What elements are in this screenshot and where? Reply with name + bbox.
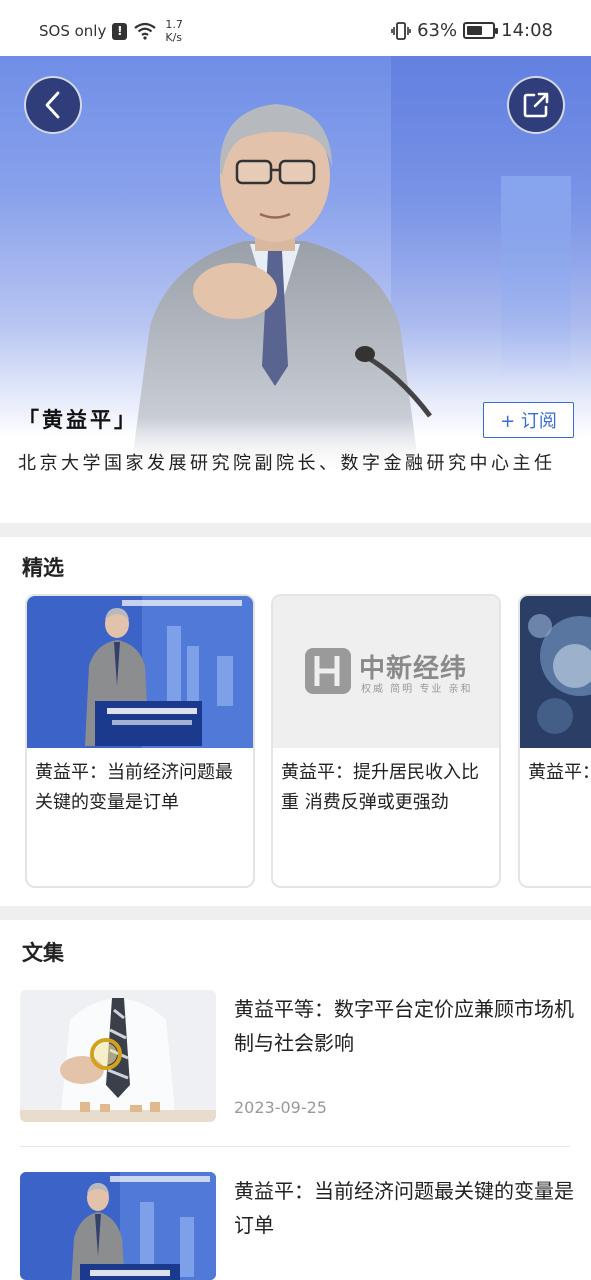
status-right: 63% 14:08	[391, 20, 553, 41]
section-divider	[0, 906, 591, 920]
battery-percent: 63%	[417, 20, 458, 41]
publisher-logo-slogan: 权威 简明 专业 亲和	[361, 684, 473, 695]
article-title: 黄益平：当前经济问题最关键的变量是订单	[234, 1179, 574, 1237]
clock: 14:08	[501, 20, 553, 41]
author-portrait	[130, 104, 432, 476]
net-speed-unit: K/s	[165, 31, 183, 44]
wifi-icon	[134, 22, 157, 40]
article-date: 2023-09-25	[234, 1098, 327, 1117]
featured-carousel[interactable]: 黄益平：当前经济问题最关键的变量是订单 中新经纬 权威 简明 专业 亲和 黄益平…	[0, 594, 591, 890]
status-bar: SOS only ! 1.7 K/s 63% 14:08	[0, 0, 591, 56]
vibrate-icon	[391, 21, 411, 40]
author-hero: 「黄益平」 + 订阅 北京大学国家发展研究院副院长、数字金融研究中心主任	[0, 56, 591, 523]
share-button[interactable]	[507, 76, 565, 134]
author-description: 北京大学国家发展研究院副院长、数字金融研究中心主任	[18, 453, 556, 474]
signal-alert-icon: !	[112, 22, 128, 40]
featured-card[interactable]: 中新经纬 权威 简明 专业 亲和 黄益平：提升居民收入比重 消费反弹或更强劲	[271, 594, 501, 888]
card-image-speaker	[27, 596, 253, 748]
article-thumbnail	[20, 990, 216, 1122]
featured-card-title: 黄益平：当前经济问题最关键的变量是订单	[35, 762, 233, 813]
back-arrow-icon	[45, 91, 60, 119]
section-divider	[0, 523, 591, 537]
article-title: 黄益平等：数字平台定价应兼顾市场机制与社会影响	[234, 997, 574, 1055]
author-name: 「黄益平」	[18, 408, 138, 432]
card-image-logo: 中新经纬 权威 简明 专业 亲和	[273, 596, 499, 748]
collection-section-title: 文集	[22, 941, 64, 965]
featured-card-title: 黄益平：推动经济	[528, 762, 591, 783]
battery-icon	[463, 22, 499, 39]
featured-card-title: 黄益平：提升居民收入比重 消费反弹或更强劲	[281, 762, 479, 813]
article-list-item[interactable]: 黄益平：当前经济问题最关键的变量是订单	[20, 1172, 574, 1280]
status-left: SOS only ! 1.7 K/s	[39, 18, 183, 44]
article-list-item[interactable]: 黄益平等：数字平台定价应兼顾市场机制与社会影响 2023-09-25	[20, 990, 574, 1130]
featured-card[interactable]: 黄益平：推动经济	[518, 594, 591, 888]
net-speed-value: 1.7	[165, 18, 183, 31]
carrier-text: SOS only	[39, 22, 107, 40]
hero-background-building	[501, 176, 571, 376]
card-image-tech	[520, 596, 591, 748]
network-speed: 1.7 K/s	[165, 18, 183, 44]
list-separator	[20, 1146, 570, 1147]
featured-card[interactable]: 黄益平：当前经济问题最关键的变量是订单	[25, 594, 255, 888]
share-icon	[523, 92, 549, 118]
subscribe-button[interactable]: + 订阅	[483, 402, 574, 438]
battery-level	[467, 26, 483, 35]
back-button[interactable]	[24, 76, 82, 134]
article-thumbnail	[20, 1172, 216, 1280]
featured-section-title: 精选	[22, 556, 64, 580]
